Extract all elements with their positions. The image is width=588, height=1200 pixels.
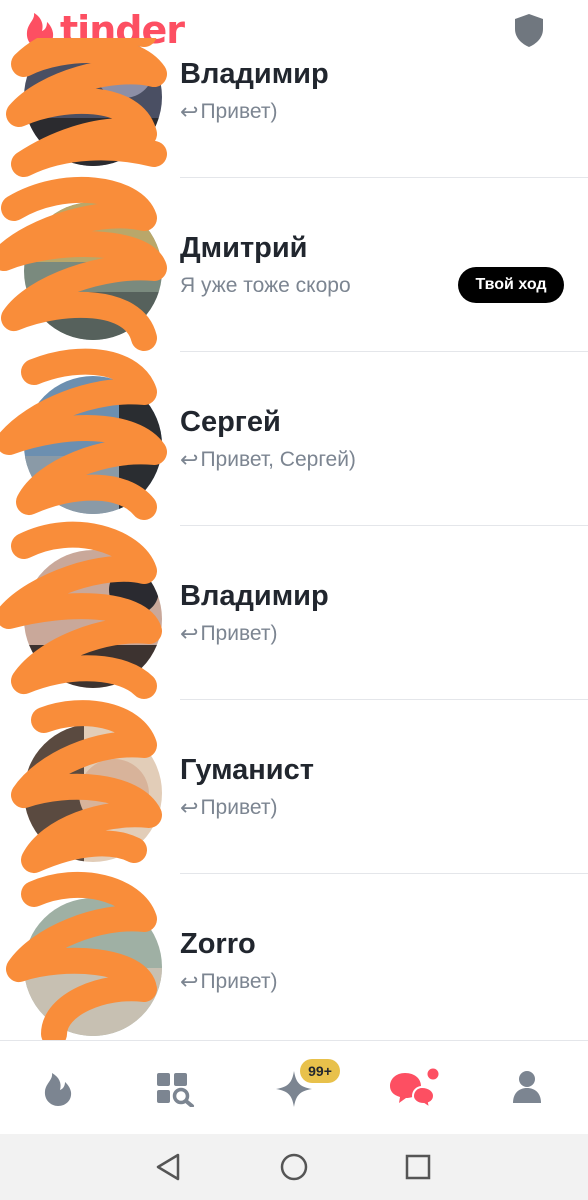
reply-arrow-icon: ↩ <box>180 969 199 994</box>
flame-icon <box>44 1073 72 1106</box>
last-message: ↩ Привет) <box>180 968 277 996</box>
contact-name: Владимир <box>180 58 329 90</box>
reply-arrow-icon: ↩ <box>180 795 199 820</box>
contact-name: Владимир <box>180 580 329 612</box>
last-message-text: Привет) <box>200 796 278 819</box>
last-message: ↩ Привет, Сергей) <box>180 446 356 474</box>
last-message-text: Привет, Сергей) <box>200 448 356 471</box>
conversation-list: Владимир ↩ Привет) Дмитрий Я уже тоже ск… <box>0 38 588 1040</box>
back-icon <box>156 1153 180 1181</box>
tab-messages[interactable] <box>351 1041 468 1135</box>
tab-profile[interactable] <box>468 1041 585 1135</box>
reply-arrow-icon: ↩ <box>180 621 199 646</box>
conversation-row[interactable]: Zorro ↩ Привет) <box>0 871 588 1040</box>
system-nav-bar <box>0 1134 588 1200</box>
explore-grid-icon <box>157 1073 194 1107</box>
home-button[interactable] <box>274 1150 314 1184</box>
avatar <box>24 376 162 514</box>
recents-button[interactable] <box>398 1150 438 1184</box>
avatar <box>24 724 162 862</box>
last-message-text: Привет) <box>200 970 278 993</box>
person-icon <box>513 1071 541 1103</box>
bottom-tab-bar: 99+ <box>0 1040 588 1134</box>
conversation-row[interactable]: Дмитрий Я уже тоже скоро Твой ход <box>0 176 588 352</box>
chat-bubbles-icon <box>390 1068 439 1111</box>
conversation-row[interactable]: Владимир ↩ Привет) <box>0 521 588 700</box>
last-message-text: Я уже тоже скоро <box>180 274 351 297</box>
avatar <box>24 550 162 688</box>
last-message: ↩ Привет) <box>180 794 277 822</box>
contact-name: Сергей <box>180 406 281 438</box>
reply-arrow-icon: ↩ <box>180 99 199 124</box>
contact-name: Гуманист <box>180 754 314 786</box>
avatar <box>24 898 162 1036</box>
conversation-row[interactable]: Владимир ↩ Привет) <box>0 38 588 178</box>
contact-name: Дмитрий <box>180 232 308 264</box>
reply-arrow-icon: ↩ <box>180 447 199 472</box>
notification-count-badge: 99+ <box>300 1059 340 1083</box>
last-message: Я уже тоже скоро <box>180 272 351 300</box>
tab-swipe[interactable] <box>0 1041 117 1135</box>
avatar <box>24 202 162 340</box>
tab-explore[interactable] <box>117 1041 234 1135</box>
back-button[interactable] <box>148 1150 188 1184</box>
home-icon <box>280 1153 308 1181</box>
conversation-row[interactable]: Сергей ↩ Привет, Сергей) <box>0 348 588 526</box>
tab-gold[interactable]: 99+ <box>234 1041 351 1135</box>
last-message-text: Привет) <box>200 100 278 123</box>
avatar <box>24 38 162 166</box>
last-message: ↩ Привет) <box>180 98 277 126</box>
recents-icon <box>405 1154 431 1180</box>
last-message: ↩ Привет) <box>180 620 277 648</box>
contact-name: Zorro <box>180 928 256 960</box>
conversation-row[interactable]: Гуманист ↩ Привет) <box>0 700 588 874</box>
your-turn-badge: Твой ход <box>458 267 564 303</box>
last-message-text: Привет) <box>200 622 278 645</box>
